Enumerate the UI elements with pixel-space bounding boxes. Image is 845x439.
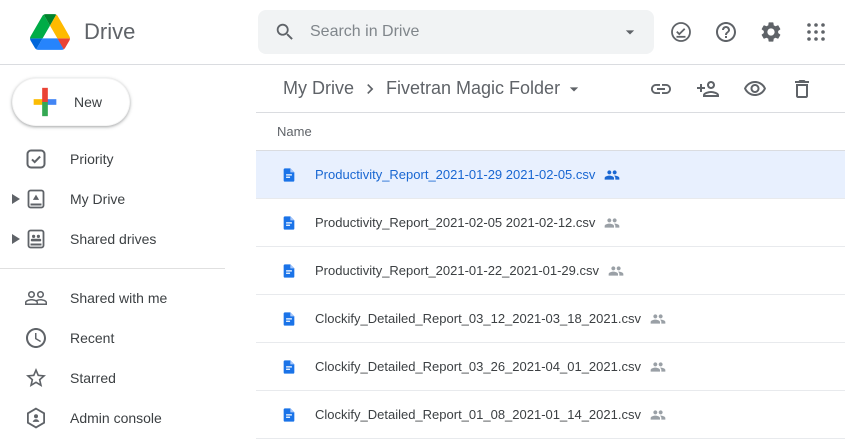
- file-name: Clockify_Detailed_Report_01_08_2021-01_1…: [315, 407, 641, 422]
- new-plus-icon: [28, 85, 62, 119]
- csv-file-icon: [281, 165, 297, 185]
- search-input[interactable]: [310, 23, 620, 41]
- expand-arrow[interactable]: [12, 194, 24, 204]
- app-name: Drive: [84, 19, 135, 45]
- csv-file-icon: [281, 213, 297, 233]
- breadcrumb: My Drive Fivetran Magic Folder: [256, 65, 845, 113]
- delete-trash-icon[interactable]: [790, 77, 814, 101]
- sidebar: New Priority My Drive Shared drives: [0, 65, 256, 439]
- csv-file-icon: [281, 357, 297, 377]
- admin-console-icon: [24, 406, 48, 430]
- drive-logo[interactable]: Drive: [0, 14, 256, 50]
- expand-arrow-icon: [12, 234, 20, 244]
- shared-with-me-icon: [24, 286, 48, 310]
- main-content: My Drive Fivetran Magic Folder Name Prod…: [256, 65, 845, 439]
- offline-ready-icon[interactable]: [669, 20, 693, 44]
- file-name: Clockify_Detailed_Report_03_12_2021-03_1…: [315, 311, 641, 326]
- sidebar-divider: [0, 268, 225, 269]
- sidebar-item-label: Shared with me: [70, 290, 167, 306]
- csv-file-icon: [281, 405, 297, 425]
- preview-eye-icon[interactable]: [743, 77, 767, 101]
- expand-arrow[interactable]: [12, 234, 24, 244]
- shared-people-icon: [604, 167, 620, 183]
- star-icon: [24, 366, 48, 390]
- drive-logo-icon: [30, 14, 70, 50]
- new-button-label: New: [74, 94, 102, 110]
- file-row[interactable]: Clockify_Detailed_Report_01_08_2021-01_1…: [256, 391, 845, 439]
- shared-people-icon: [608, 263, 624, 279]
- file-row[interactable]: Clockify_Detailed_Report_03_26_2021-04_0…: [256, 343, 845, 391]
- recent-clock-icon: [24, 326, 48, 350]
- settings-gear-icon[interactable]: [759, 20, 783, 44]
- topbar-icons: [669, 20, 845, 44]
- sidebar-item-my-drive[interactable]: My Drive: [0, 179, 256, 219]
- file-row[interactable]: Productivity_Report_2021-01-22_2021-01-2…: [256, 247, 845, 295]
- my-drive-icon: [24, 187, 48, 211]
- sidebar-item-shared-drives[interactable]: Shared drives: [0, 219, 256, 259]
- shared-drives-icon: [24, 227, 48, 251]
- add-people-icon[interactable]: [696, 77, 720, 101]
- expand-arrow-icon: [12, 194, 20, 204]
- file-row[interactable]: Clockify_Detailed_Report_03_12_2021-03_1…: [256, 295, 845, 343]
- file-list: Productivity_Report_2021-01-29 2021-02-0…: [256, 151, 845, 439]
- file-row[interactable]: Productivity_Report_2021-01-29 2021-02-0…: [256, 151, 845, 199]
- sidebar-item-starred[interactable]: Starred: [0, 358, 256, 398]
- breadcrumb-current-folder[interactable]: Fivetran Magic Folder: [386, 78, 560, 99]
- chevron-right-icon: [360, 79, 380, 99]
- sidebar-item-label: Shared drives: [70, 231, 156, 247]
- top-bar: Drive: [0, 0, 845, 65]
- sidebar-item-admin-console[interactable]: Admin console: [0, 398, 256, 438]
- sidebar-item-label: Starred: [70, 370, 116, 386]
- name-column-header[interactable]: Name: [277, 124, 312, 139]
- shared-people-icon: [604, 215, 620, 231]
- search-bar[interactable]: [258, 10, 654, 54]
- file-row[interactable]: Productivity_Report_2021-02-05 2021-02-1…: [256, 199, 845, 247]
- sidebar-nav: Priority My Drive Shared drives: [0, 139, 256, 438]
- file-name: Clockify_Detailed_Report_03_26_2021-04_0…: [315, 359, 641, 374]
- sidebar-item-priority[interactable]: Priority: [0, 139, 256, 179]
- breadcrumb-my-drive[interactable]: My Drive: [283, 78, 354, 99]
- shared-people-icon: [650, 311, 666, 327]
- csv-file-icon: [281, 309, 297, 329]
- get-link-icon[interactable]: [649, 77, 673, 101]
- file-name: Productivity_Report_2021-01-29 2021-02-0…: [315, 167, 595, 182]
- apps-grid-icon[interactable]: [804, 20, 828, 44]
- priority-icon: [24, 147, 48, 171]
- shared-people-icon: [650, 359, 666, 375]
- search-icon[interactable]: [274, 21, 296, 43]
- folder-actions: [649, 77, 845, 101]
- file-name: Productivity_Report_2021-01-22_2021-01-2…: [315, 263, 599, 278]
- sidebar-item-label: Recent: [70, 330, 114, 346]
- new-button[interactable]: New: [12, 78, 130, 126]
- search-options-caret-icon[interactable]: [620, 22, 640, 42]
- sidebar-item-recent[interactable]: Recent: [0, 318, 256, 358]
- csv-file-icon: [281, 261, 297, 281]
- sidebar-item-shared-with-me[interactable]: Shared with me: [0, 278, 256, 318]
- shared-people-icon: [650, 407, 666, 423]
- help-icon[interactable]: [714, 20, 738, 44]
- file-name: Productivity_Report_2021-02-05 2021-02-1…: [315, 215, 595, 230]
- folder-menu-caret-icon[interactable]: [564, 79, 584, 99]
- sidebar-item-label: Admin console: [70, 410, 162, 426]
- sidebar-item-label: Priority: [70, 151, 114, 167]
- sidebar-item-label: My Drive: [70, 191, 125, 207]
- file-list-header: Name: [256, 113, 845, 151]
